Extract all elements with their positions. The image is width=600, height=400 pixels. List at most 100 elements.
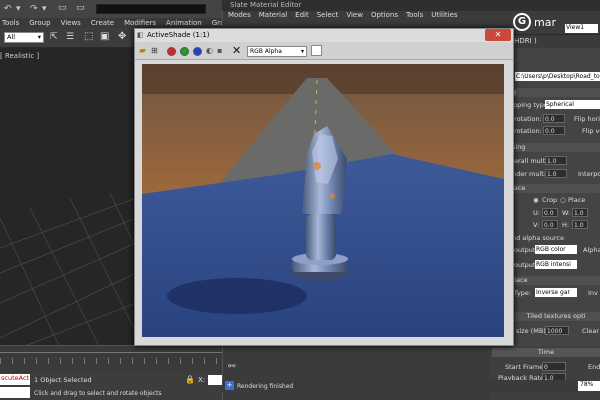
maxscript-listener[interactable]: scuteAct — [0, 374, 30, 385]
redo-dropdown-icon[interactable]: ▾ — [42, 4, 47, 14]
undo-dropdown-icon[interactable]: ▾ — [16, 4, 21, 14]
coord-x-label: X: — [198, 376, 206, 384]
mono-output-combo[interactable]: RGB intensi — [535, 260, 577, 269]
u-label: U: — [533, 209, 540, 217]
time-slider[interactable] — [0, 345, 225, 375]
project-folder-icon[interactable]: ▭ — [76, 3, 85, 13]
activeshade-title-bar[interactable]: ◧ ActiveShade (1:1) — [135, 29, 513, 42]
tiled-textures-rollout[interactable]: Tiled textures opti — [510, 312, 600, 321]
close-icon[interactable]: ✕ — [485, 29, 511, 41]
color-space-rollout[interactable]: pace — [510, 276, 600, 285]
slate-title-bar: Slate Material Editor — [222, 0, 600, 11]
u-field[interactable]: 0.0 — [542, 208, 558, 217]
maxscript-input[interactable] — [0, 387, 30, 398]
alpha-channel-icon[interactable]: ◐ — [206, 46, 213, 55]
crop-radio-icon[interactable]: ◉ — [533, 196, 539, 204]
display-channel-value: RGB Alpha — [250, 48, 282, 55]
display-channel-combo[interactable]: RGB Alpha ▾ — [247, 46, 307, 57]
slate-menu-edit[interactable]: Edit — [295, 11, 309, 21]
selection-filter-combo[interactable]: All ▾ — [4, 32, 44, 43]
timeline-ticks — [0, 358, 225, 364]
lock-icon[interactable]: 🔒 — [185, 375, 195, 384]
h-field[interactable]: 1.0 — [572, 220, 588, 229]
vertical-rotation-label: . rotation: — [510, 127, 542, 135]
app-icon: ◧ — [137, 31, 144, 39]
color-swatch[interactable] — [311, 45, 322, 56]
open-folder-icon[interactable]: ▭ — [58, 3, 67, 13]
place-radio-icon[interactable]: ○ — [560, 196, 566, 204]
selection-count: 1 Object Selected — [34, 376, 92, 384]
slate-menu-tools[interactable]: Tools — [406, 11, 423, 21]
slate-menu-options[interactable]: Options — [371, 11, 398, 21]
prompt-hint: Click and drag to select and rotate obje… — [34, 390, 162, 397]
alpha-source-section: nd alpha source — [512, 234, 564, 242]
space-type-combo[interactable]: Inverse gar — [535, 288, 577, 297]
horizontal-rotation-field[interactable]: 0.0 — [543, 114, 565, 123]
clear-icon[interactable]: ✕ — [232, 44, 241, 57]
flip-vertical-label[interactable]: Flip ve — [582, 127, 600, 135]
zoom-level-field[interactable]: 78% — [578, 381, 600, 391]
map-name-label: yHDRI ) — [510, 37, 537, 45]
mapping-type-combo[interactable]: Spherical — [545, 100, 600, 109]
slate-menu-select[interactable]: Select — [317, 11, 339, 21]
menu-animation[interactable]: Animation — [166, 19, 202, 27]
undo-icon[interactable]: ↶ — [4, 4, 12, 14]
vertical-rotation-field[interactable]: 0.0 — [543, 126, 565, 135]
w-field[interactable]: 1.0 — [572, 208, 588, 217]
window-crossing-icon[interactable]: ▣ — [100, 31, 109, 42]
timeline-track — [0, 352, 225, 353]
slate-title: Slate Material Editor — [230, 1, 302, 9]
v-field[interactable]: 0.0 — [542, 220, 558, 229]
w-label: W: — [562, 209, 571, 217]
viewport-shading-label[interactable]: [ Realistic ] — [0, 52, 39, 60]
time-rollout-header[interactable]: Time — [492, 348, 600, 357]
overall-mult-field[interactable]: 1.0 — [545, 156, 567, 165]
green-channel-toggle[interactable] — [180, 47, 189, 56]
mapping-rollout[interactable]: g — [510, 88, 600, 97]
redo-icon[interactable]: ↷ — [30, 4, 38, 14]
alpha-label: Alpha — [583, 246, 600, 254]
h-label: H: — [562, 221, 570, 229]
view-tab[interactable]: View1 — [565, 24, 598, 33]
clone-window-icon[interactable]: ⊞ — [151, 46, 158, 55]
menu-views[interactable]: Views — [61, 19, 81, 27]
rectangular-selection-icon[interactable]: ⬚ — [84, 31, 93, 42]
end-frame-label: End — [588, 363, 600, 371]
space-type-label: Type: — [514, 289, 532, 297]
placement-rollout[interactable]: lace — [510, 184, 600, 193]
processing-rollout[interactable]: sing — [510, 143, 600, 152]
clear-cache-button[interactable]: Clear — [582, 327, 599, 335]
slate-menu-utilities[interactable]: Utilities — [431, 11, 457, 21]
menu-tools[interactable]: Tools — [2, 19, 19, 27]
render-mult-field[interactable]: 1.0 — [545, 169, 567, 178]
render-mult-label: nder mult: — [512, 170, 546, 178]
inverse-label: Inv — [588, 289, 598, 297]
start-frame-field[interactable]: 0 — [542, 362, 566, 371]
slate-menu-material[interactable]: Material — [259, 11, 287, 21]
menu-group[interactable]: Group — [29, 19, 50, 27]
chevron-down-icon: ▾ — [300, 48, 304, 55]
slate-menu-modes[interactable]: Modes — [228, 11, 251, 21]
cache-size-field[interactable]: 1000 — [545, 326, 569, 335]
rgb-output-combo[interactable]: RGB color — [535, 245, 577, 254]
select-by-name-icon[interactable]: ☰ — [66, 32, 74, 42]
menu-modifiers[interactable]: Modifiers — [124, 19, 156, 27]
select-object-icon[interactable]: ⇱ — [50, 32, 58, 42]
monochrome-icon[interactable]: ▪ — [217, 46, 222, 55]
info-icon: + — [225, 381, 234, 390]
cache-size-label: size (MB): — [516, 327, 548, 335]
select-move-icon[interactable]: ✥ — [118, 31, 126, 42]
binoculars-icon[interactable]: ⚯ — [228, 362, 236, 372]
viewport-grid — [0, 48, 136, 348]
save-image-icon[interactable]: ▰ — [139, 46, 146, 56]
interpolation-label: Interpol — [578, 170, 600, 178]
hdri-file-path[interactable]: C:\Users\p\Desktop\Road_to_ — [515, 72, 600, 81]
workspace-combo[interactable] — [96, 4, 206, 14]
red-channel-toggle[interactable] — [167, 47, 176, 56]
slate-menu-view[interactable]: View — [346, 11, 363, 21]
flip-horizontal-label[interactable]: Flip horiz — [574, 115, 600, 123]
perspective-viewport[interactable] — [0, 48, 136, 348]
blue-channel-toggle[interactable] — [193, 47, 202, 56]
menu-create[interactable]: Create — [91, 19, 114, 27]
watermark-logo: G — [513, 13, 531, 31]
